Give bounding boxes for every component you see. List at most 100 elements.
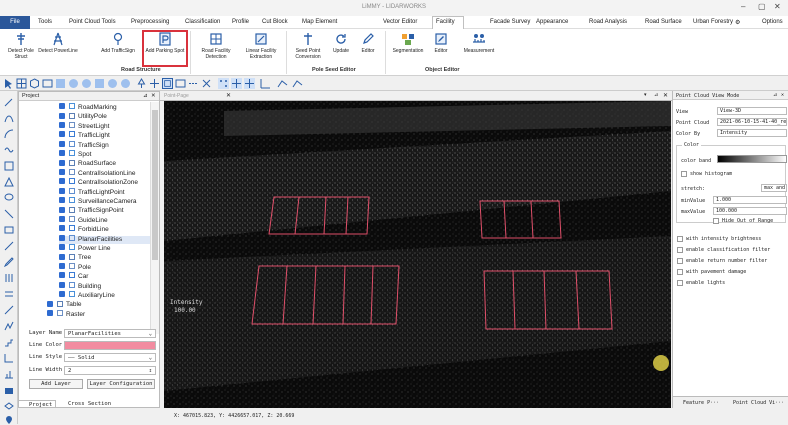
corner-icon[interactable] [4,353,14,363]
object-editor-button[interactable]: Editor [430,32,452,54]
layer-checkbox[interactable] [59,216,65,223]
menu-road-surface[interactable]: Road Surface [645,19,682,25]
layer-item[interactable]: Table [47,300,82,309]
menu-preprocessing[interactable]: Preprocessing [131,19,169,25]
layer-item[interactable]: RoadSurface [59,159,116,168]
column-icon[interactable] [4,273,14,283]
menu-appearance[interactable]: Appearance [536,19,568,25]
move-icon[interactable] [244,78,255,89]
lasso-icon[interactable] [4,193,14,203]
stepper-arrows-icon[interactable]: ⇕ [149,367,152,375]
layer-checkbox[interactable] [59,253,65,260]
min-value-input[interactable]: 1.000 [713,196,787,204]
box-icon[interactable] [4,161,14,171]
menu-profile[interactable]: Profile [232,19,249,25]
layer-checkbox[interactable] [47,300,53,307]
tab-cross-section[interactable]: Cross Section [62,400,122,408]
layer-item[interactable]: ForbidLine [59,225,109,234]
layer-checkbox[interactable] [59,169,65,176]
segmentation-button[interactable]: Segmentation [390,32,426,54]
select-icon[interactable] [3,78,14,89]
close-tab-icon[interactable]: ✕ [226,92,231,99]
close-panel-icon[interactable]: ✕ [151,92,156,101]
triangle-icon[interactable] [4,177,14,187]
measurement-button[interactable]: Measurement [458,32,500,54]
layer-item[interactable]: Tree [59,253,91,262]
layer-item[interactable]: Power Line [59,244,111,253]
pen-icon[interactable] [4,257,14,267]
tree-icon[interactable] [136,78,147,89]
view-select[interactable]: View-3D [717,107,787,115]
point-cloud-render[interactable]: Intensity 100.00 [164,101,671,408]
layer-item[interactable]: Car [59,272,88,281]
camera-icon[interactable] [4,385,14,395]
tab-project[interactable]: Project [18,400,56,408]
view-top-icon[interactable] [55,78,66,89]
detect-powerline-button[interactable]: Detect PowerLine [38,32,78,54]
wave-icon[interactable] [4,145,14,155]
minimize-button[interactable]: – [741,2,745,11]
update-button[interactable]: Update [328,32,354,54]
offset-icon[interactable] [4,289,14,299]
tree-scrollbar[interactable] [150,102,159,334]
view-iso-icon[interactable] [107,78,118,89]
gear-icon[interactable]: ⚙ [735,19,740,26]
curve-icon[interactable] [4,113,14,123]
layer-checkbox[interactable] [59,234,65,241]
layer-item[interactable]: TrafficLightPoint [59,187,125,197]
pin-icon[interactable]: ⊿ [654,92,658,98]
table-view-icon[interactable] [42,78,53,89]
pin-icon[interactable]: ⊿ [143,92,148,101]
add-layer-button[interactable]: Add Layer [29,379,83,389]
rectangle-icon[interactable] [4,225,14,235]
layer-checkbox[interactable] [59,206,65,213]
layer-item[interactable]: Building [59,281,101,291]
close-panel-icon[interactable]: ✕ [781,92,784,98]
layer-item[interactable]: TrafficLight [59,131,110,140]
angle-icon[interactable] [260,78,271,89]
line-style-select[interactable]: —— Solid ⌄ [64,353,156,362]
menu-facility[interactable]: Facility [436,19,455,25]
close-viewport-icon[interactable]: ✕ [663,92,668,99]
maximize-button[interactable]: ▢ [758,2,766,11]
view-side-icon[interactable] [81,78,92,89]
view-front-icon[interactable] [68,78,79,89]
road-facility-detection-button[interactable]: Road Facility Detection [196,32,236,60]
layer-item[interactable]: TrafficSign [59,140,109,150]
split-icon[interactable] [4,209,14,219]
dash-line-icon[interactable] [188,78,199,89]
layer-checkbox[interactable] [59,291,65,298]
layer-checkbox[interactable] [59,131,65,138]
menu-urban-forestry[interactable]: Urban Forestry [693,19,733,25]
rect-select-icon[interactable] [175,78,186,89]
add-trafficsign-button[interactable]: Add TrafficSign [98,32,138,54]
view-bottom-icon[interactable] [120,78,131,89]
line-icon[interactable] [4,241,14,251]
layer-checkbox[interactable] [59,112,65,119]
zigzag-icon[interactable] [4,321,14,331]
cube-icon[interactable] [29,78,40,89]
wand-icon[interactable] [4,97,14,107]
layer-item[interactable]: Raster [47,310,85,319]
seed-point-conversion-button[interactable]: Seed Point Conversion [290,32,326,60]
pavement-damage-checkbox[interactable] [677,269,683,275]
layer-item[interactable]: SurveillanceCamera [59,197,137,206]
arc-icon[interactable] [4,129,14,139]
hide-out-of-range-checkbox[interactable] [713,218,719,224]
point-cloud-select[interactable]: 2021-06-10-15-41-40_result(1) [717,118,787,126]
show-histogram-checkbox[interactable] [681,171,687,177]
layer-item[interactable]: Pole [59,263,91,272]
max-value-input[interactable]: 100.000 [713,207,787,215]
line-width-stepper[interactable]: 2 ⇕ [64,366,156,375]
layer-configuration-button[interactable]: Layer Configuration [87,379,155,389]
layer-checkbox[interactable] [59,103,65,110]
polyline-icon[interactable] [277,78,288,89]
menu-tools[interactable]: Tools [38,19,52,25]
dropdown-icon[interactable]: ▾ [644,92,647,98]
layer-checkbox[interactable] [59,197,65,204]
layer-checkbox[interactable] [59,187,65,194]
layer-item[interactable]: UtilityPole [59,112,107,121]
pin-icon[interactable]: ⊿ [773,92,777,98]
layer-checkbox[interactable] [59,122,65,129]
menu-vector-editor[interactable]: Vector Editor [383,19,417,25]
